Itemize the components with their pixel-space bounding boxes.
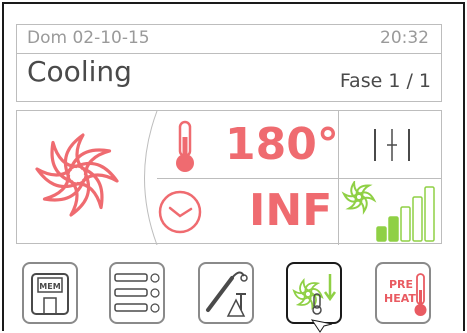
mem-icon: MEM [31, 273, 69, 315]
preheat-icon [414, 273, 427, 316]
vent-icon[interactable] [367, 125, 417, 165]
timer-value: INF [249, 185, 333, 236]
fan-speed-bar [400, 206, 411, 242]
fan-icon [35, 111, 158, 245]
fan-speed-bar [376, 226, 387, 242]
fan-temp-button[interactable] [286, 262, 342, 324]
mem-label: MEM [39, 282, 60, 291]
fan-speed-bar [424, 186, 435, 242]
probe-icon [206, 271, 248, 317]
status-panel: 180° INF [16, 110, 442, 245]
thermometer-icon [176, 120, 194, 172]
fan-speed-bars [376, 186, 435, 242]
programs-icon [114, 273, 160, 313]
mem-button[interactable]: MEM [22, 262, 78, 324]
cursor-pointer [310, 319, 333, 333]
fan-speed-bar [412, 196, 423, 242]
divider [157, 178, 442, 179]
phase-label: Fase 1 / 1 [339, 70, 431, 92]
clock-icon [158, 190, 202, 234]
preheat-button[interactable]: PRE HEAT [375, 262, 431, 324]
temperature-value: 180° [225, 119, 339, 170]
oven-control-screen: { "header": { "date": "Dom 02-10-15", "t… [0, 0, 467, 333]
probe-button[interactable] [198, 262, 254, 324]
fan-speed-bar [388, 216, 399, 242]
time-label: 20:32 [380, 28, 429, 48]
date-label: Dom 02-10-15 [27, 28, 150, 48]
status-header: Dom 02-10-15 20:32 Cooling Fase 1 / 1 [16, 24, 442, 102]
fan-temp-icon [293, 274, 337, 315]
header-divider [17, 53, 441, 54]
programs-button[interactable] [109, 262, 165, 324]
fan-speed-icon[interactable] [341, 181, 441, 243]
mode-title: Cooling [27, 55, 132, 88]
